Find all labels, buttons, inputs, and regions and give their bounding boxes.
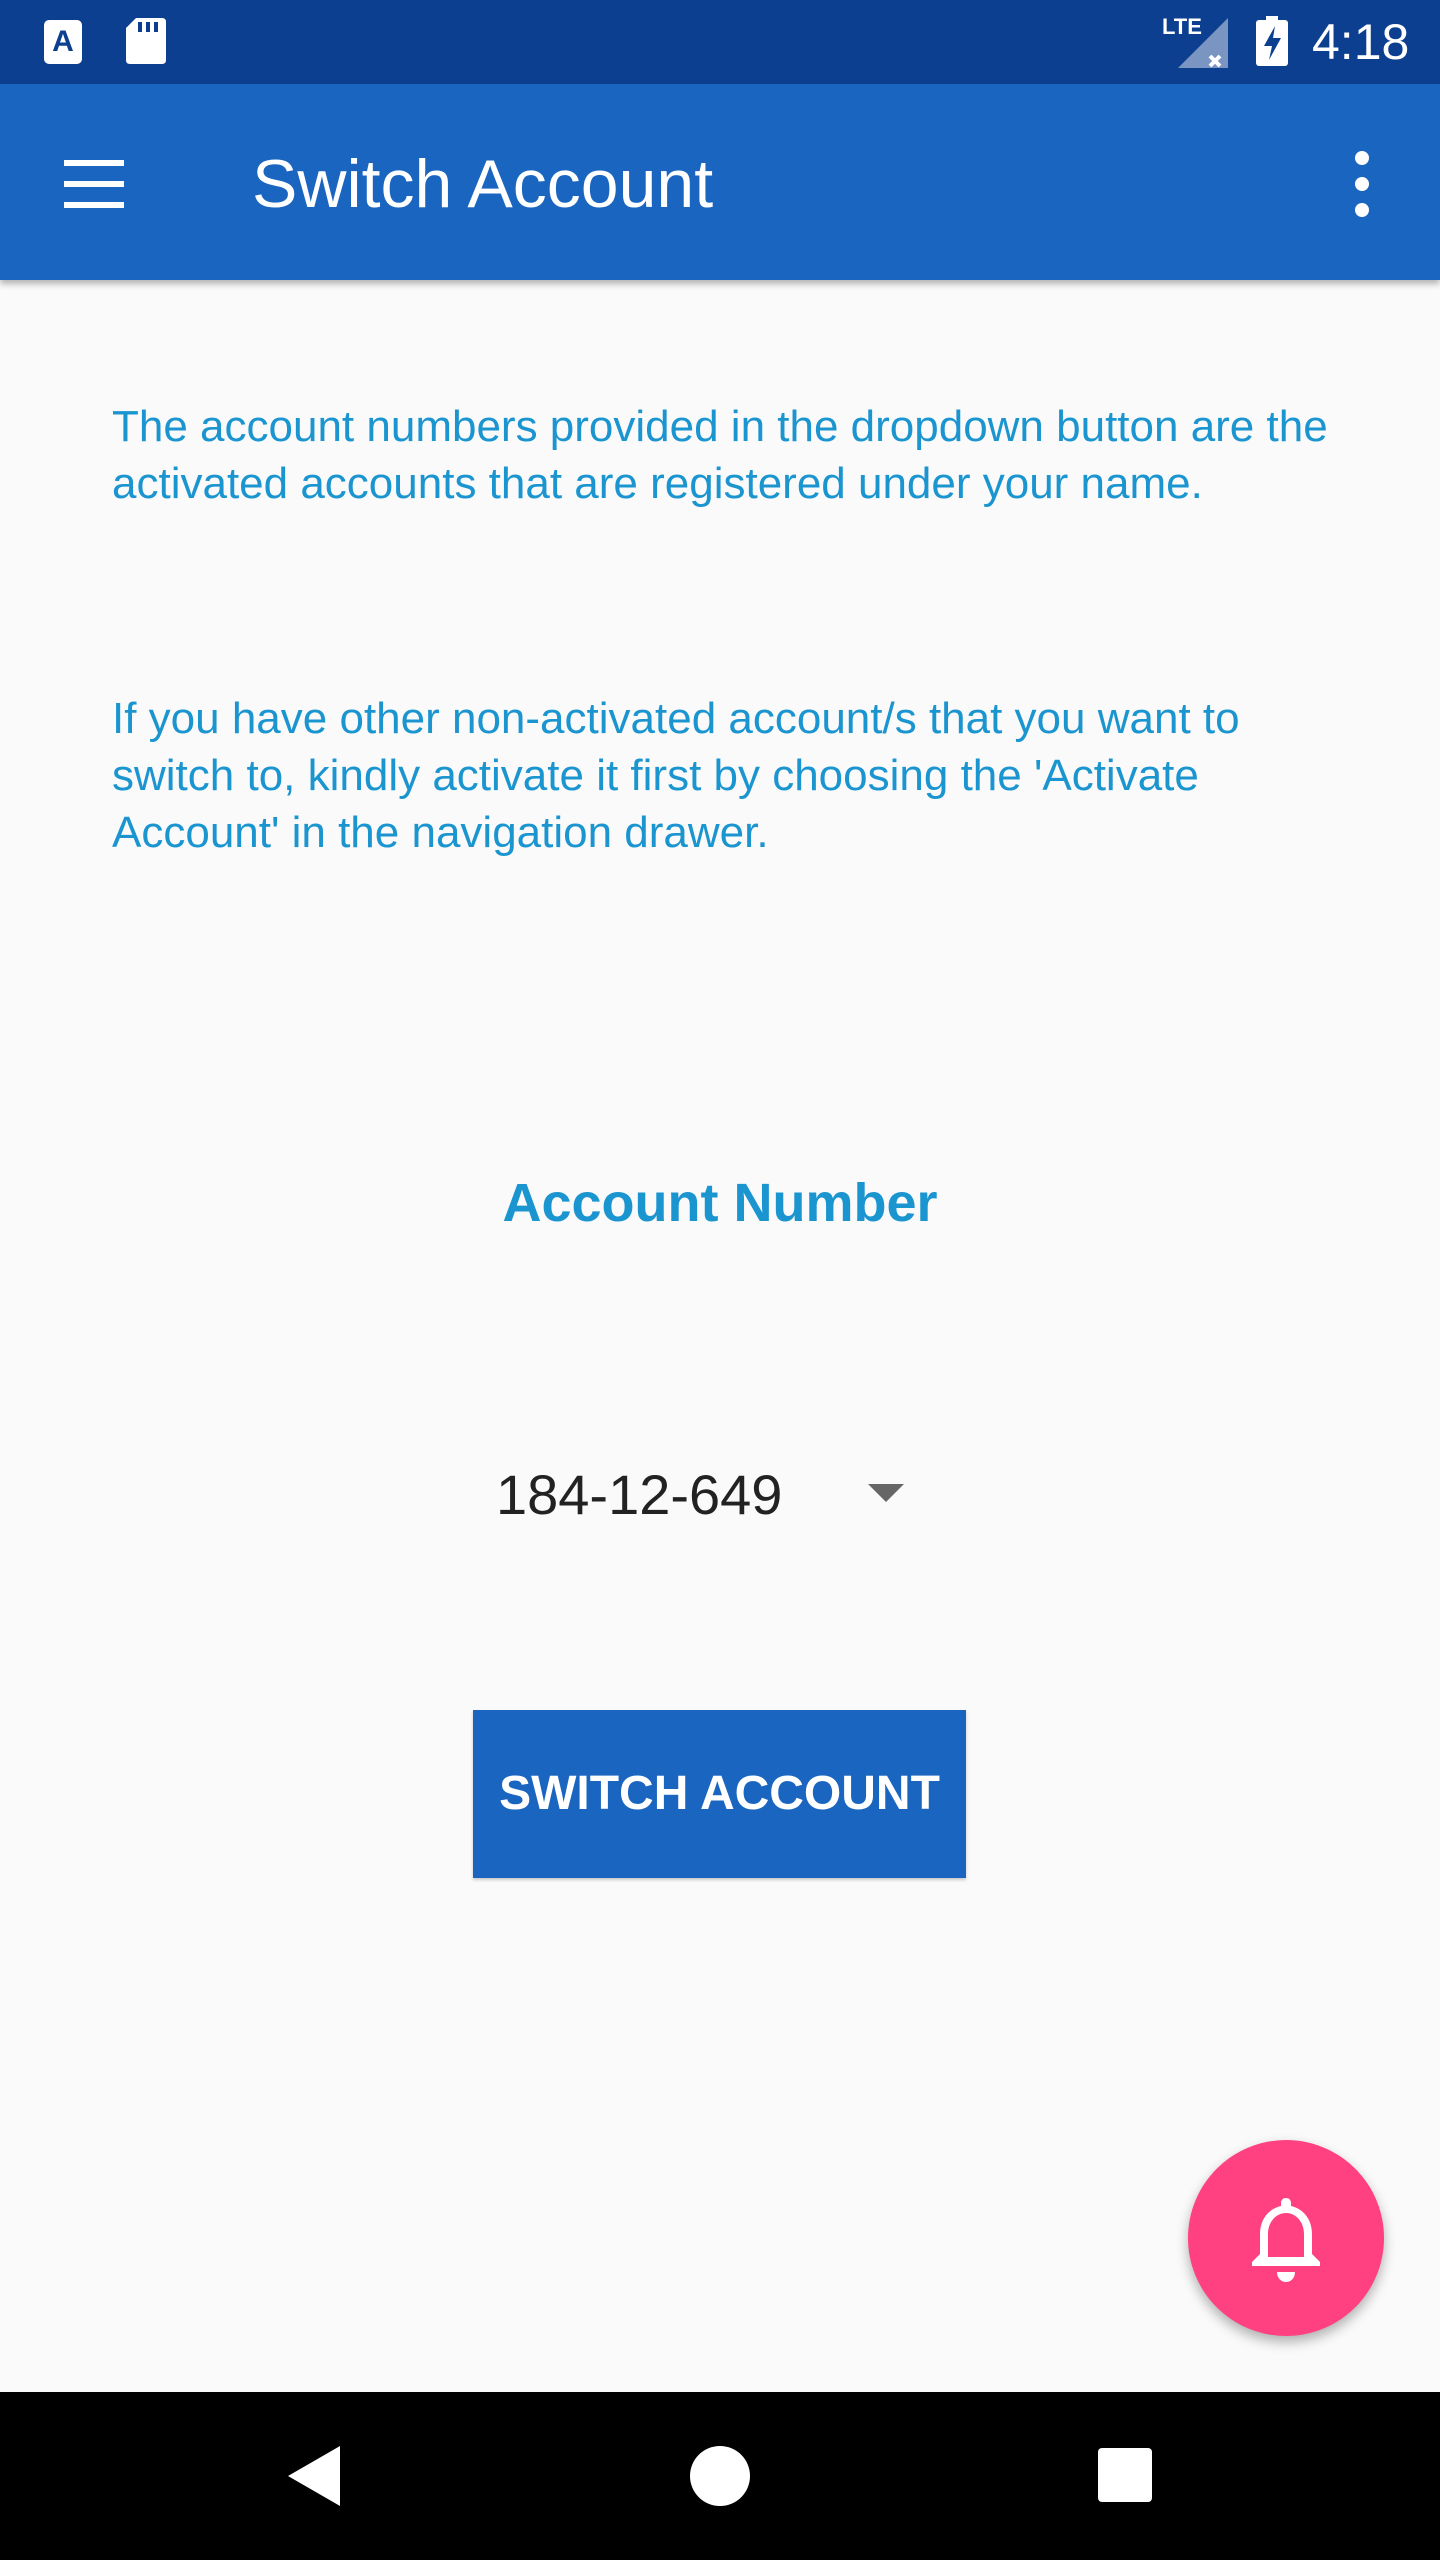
home-icon[interactable] [690, 2446, 750, 2506]
status-time: 4:18 [1312, 14, 1410, 70]
signal-icon [1178, 18, 1228, 68]
dropdown-arrow-icon [868, 1484, 904, 1502]
hamburger-menu-icon[interactable] [54, 144, 134, 224]
bell-icon [1252, 2198, 1320, 2282]
sd-card-icon [126, 18, 166, 64]
system-navigation-bar [0, 2392, 1440, 2560]
switch-account-button[interactable]: SWITCH ACCOUNT [473, 1710, 966, 1878]
page-title: Switch Account [252, 146, 714, 222]
app-bar: Switch Account [0, 84, 1440, 280]
account-number-dropdown[interactable]: 184-12-649 [480, 1450, 920, 1540]
info-paragraph-activated: The account numbers provided in the drop… [112, 402, 1328, 508]
recents-icon[interactable] [1098, 2448, 1152, 2502]
account-number-label: Account Number [502, 1173, 938, 1233]
account-number-value: 184-12-649 [496, 1463, 783, 1526]
status-bar: A LTE 4:18 [0, 0, 1440, 84]
battery-charging-icon [1256, 16, 1288, 66]
notification-fab[interactable] [1188, 2140, 1384, 2336]
back-icon[interactable] [284, 2442, 344, 2510]
keyboard-a-icon: A [44, 20, 82, 64]
more-vert-icon[interactable] [1340, 144, 1384, 224]
info-paragraph-non-activated: If you have other non-activated account/… [112, 694, 1240, 857]
